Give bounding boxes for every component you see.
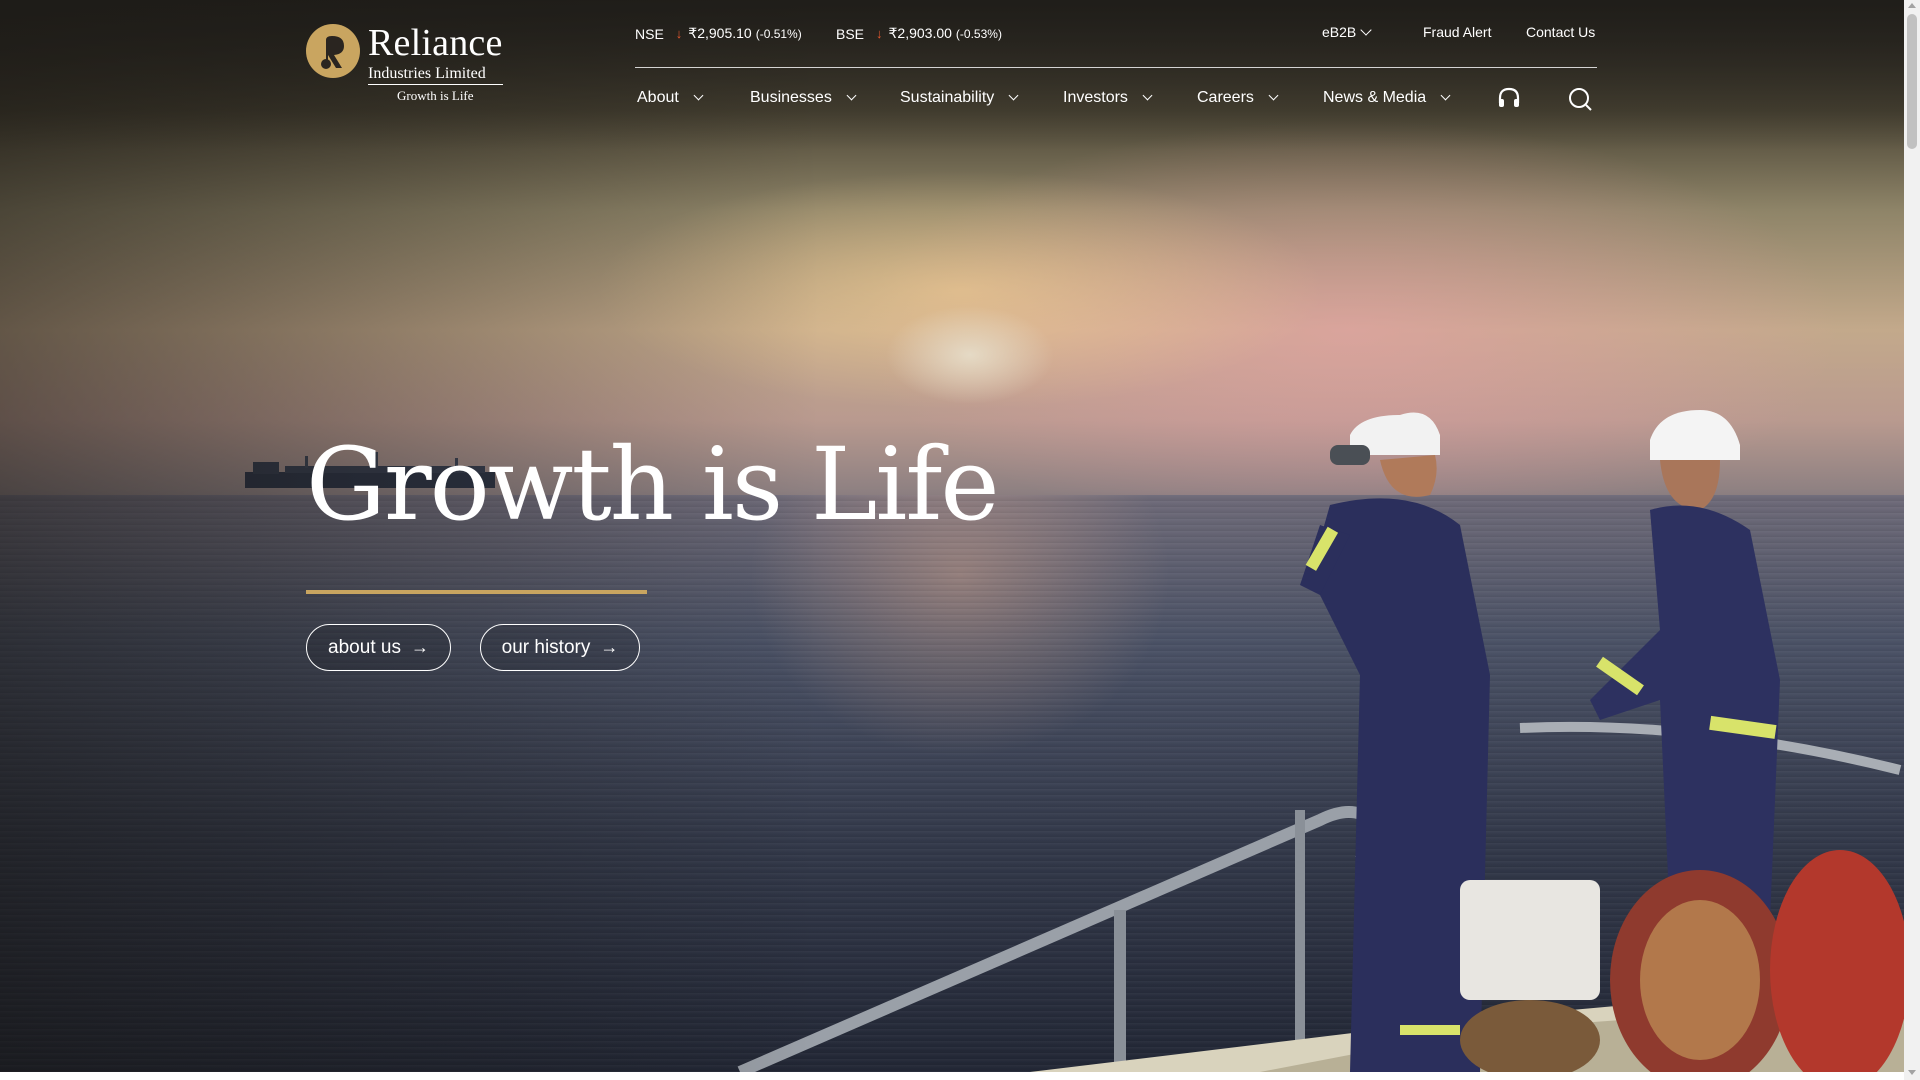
ticker-exchange: BSE xyxy=(836,25,865,42)
logo-tagline: Growth is Life xyxy=(396,88,474,103)
nav-label: Careers xyxy=(1197,89,1254,106)
ticker-change: (-0.53%) xyxy=(955,26,1002,41)
nav-label: Businesses xyxy=(750,89,832,106)
fraud-alert-label: Fraud Alert xyxy=(1423,24,1492,40)
nav-label: Sustainability xyxy=(900,89,995,106)
headphones-icon[interactable] xyxy=(1496,86,1522,112)
chevron-down-icon xyxy=(1008,90,1019,101)
vertical-scrollbar[interactable] xyxy=(1904,0,1920,1080)
nav-item-investors[interactable]: Investors xyxy=(1063,89,1153,107)
nav-label: Investors xyxy=(1063,89,1128,106)
ticker-exchange: NSE xyxy=(635,25,664,42)
button-label: our history xyxy=(501,636,591,658)
nav-item-news-media[interactable]: News & Media xyxy=(1323,89,1451,107)
scroll-up-icon[interactable] xyxy=(1908,3,1916,8)
button-label: about us xyxy=(328,636,401,658)
nav-item-careers[interactable]: Careers xyxy=(1197,89,1279,107)
chevron-down-icon xyxy=(1142,90,1153,101)
ticker-value: ₹2,905.10 xyxy=(688,25,752,41)
hero-background: Reliance Industries Limited Growth is Li… xyxy=(0,0,1904,1072)
page-bottom-edge xyxy=(0,1072,1904,1080)
nav-item-about[interactable]: About xyxy=(637,89,704,107)
reliance-logo[interactable]: Reliance Industries Limited Growth is Li… xyxy=(306,24,503,102)
eb2b-dropdown[interactable]: eB2B xyxy=(1322,23,1372,40)
nav-label: About xyxy=(637,89,679,106)
arrow-right-icon: → xyxy=(410,637,429,657)
nav-label: News & Media xyxy=(1323,89,1427,106)
ticker-value: ₹2,903.00 xyxy=(888,25,952,41)
down-arrow-icon: ↓ xyxy=(876,26,883,41)
contact-us-label: Contact Us xyxy=(1526,24,1596,40)
nav-item-businesses[interactable]: Businesses xyxy=(750,89,857,107)
about-us-button[interactable]: about us → xyxy=(306,624,451,671)
hero-accent-line xyxy=(306,590,647,594)
reliance-r-icon xyxy=(306,24,360,78)
arrow-right-icon: → xyxy=(600,637,619,657)
ticker-nse: NSE ↓ ₹2,905.10 (-0.51%) xyxy=(635,25,802,42)
search-icon[interactable] xyxy=(1567,86,1593,112)
chevron-down-icon xyxy=(846,90,857,101)
hero-title: Growth is Life xyxy=(306,426,1000,543)
rope-spools xyxy=(1460,850,1904,1072)
down-arrow-icon: ↓ xyxy=(675,26,683,41)
top-overlay xyxy=(0,0,1904,150)
scroll-thumb[interactable] xyxy=(1907,14,1917,149)
contact-us-link[interactable]: Contact Us xyxy=(1526,24,1595,40)
logo-subtitle: Industries Limited xyxy=(368,66,503,85)
ticker-change: (-0.51%) xyxy=(755,26,802,41)
chevron-down-icon xyxy=(1268,90,1279,101)
nav-item-sustainability[interactable]: Sustainability xyxy=(900,89,1019,107)
chevron-down-icon xyxy=(1360,23,1372,36)
eb2b-label: eB2B xyxy=(1322,24,1357,40)
fraud-alert-link[interactable]: Fraud Alert xyxy=(1423,24,1491,40)
chevron-down-icon xyxy=(693,90,704,101)
logo-name: Reliance xyxy=(368,22,503,64)
chevron-down-icon xyxy=(1440,90,1451,101)
scroll-down-icon[interactable] xyxy=(1908,1070,1916,1075)
ticker-bse: BSE ↓ ₹2,903.00 (-0.53%) xyxy=(836,25,1002,42)
header-divider xyxy=(635,67,1597,68)
our-history-button[interactable]: our history → xyxy=(480,624,640,671)
